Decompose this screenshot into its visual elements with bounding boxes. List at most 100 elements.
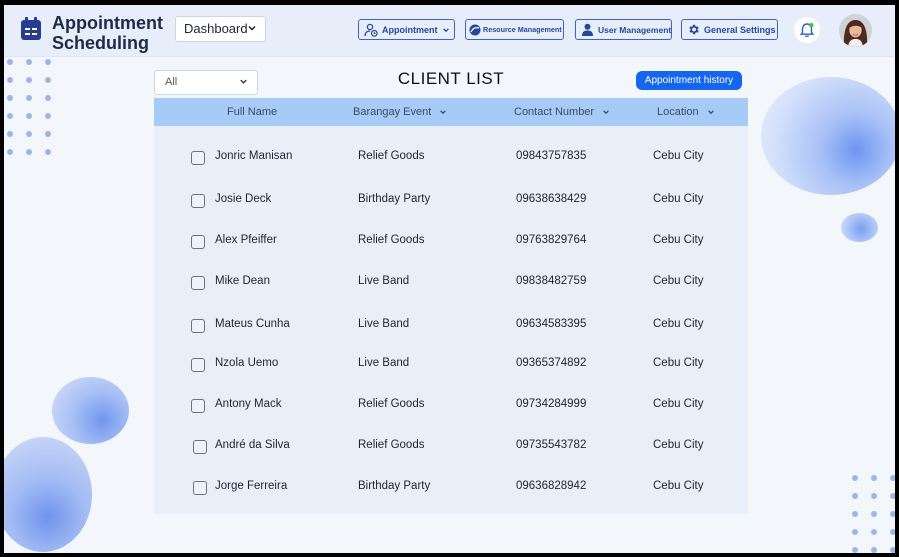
cell-event: Live Band: [358, 275, 410, 287]
cell-location: Cebu City: [653, 234, 704, 246]
client-table: Full Name Barangay Event Contact Number …: [154, 98, 748, 514]
row-checkbox[interactable]: [193, 481, 207, 495]
cell-location: Cebu City: [653, 193, 704, 205]
cell-contact: 09838482759: [516, 275, 587, 287]
general-settings-label: General Settings: [704, 24, 776, 35]
cell-location: Cebu City: [653, 150, 704, 162]
cell-contact: 09734284999: [516, 398, 587, 410]
table-row[interactable]: Jonric Manisan Relief Goods 09843757835 …: [154, 146, 748, 170]
bell-icon: [799, 23, 815, 37]
cell-location: Cebu City: [653, 439, 704, 451]
row-checkbox[interactable]: [191, 358, 205, 372]
cell-contact: 09735543782: [516, 439, 587, 451]
decorative-blob: [4, 437, 92, 552]
cell-contact: 09634583395: [516, 318, 587, 330]
row-checkbox[interactable]: [191, 194, 205, 208]
resource-icon: [469, 24, 481, 35]
cell-location: Cebu City: [653, 398, 704, 410]
filter-select-value: All: [165, 76, 178, 88]
filter-select[interactable]: All: [154, 70, 258, 95]
cell-event: Relief Goods: [358, 439, 425, 451]
cell-name: Jonric Manisan: [215, 150, 293, 162]
cell-name: Nzola Uemo: [215, 357, 279, 369]
page-title: CLIENT LIST: [397, 69, 505, 88]
table-row[interactable]: Mateus Cunha Live Band 09634583395 Cebu …: [154, 314, 748, 338]
chevron-down-icon: [440, 110, 447, 115]
cell-name: André da Silva: [215, 439, 290, 451]
cell-contact: 09843757835: [516, 150, 587, 162]
cell-name: Josie Deck: [215, 193, 272, 205]
dashboard-select[interactable]: Dashboard: [175, 16, 266, 42]
appointment-menu-label: Appointment: [382, 24, 438, 35]
appointment-history-button[interactable]: Appointment history: [636, 71, 742, 90]
table-row[interactable]: Josie Deck Birthday Party 09638638429 Ce…: [154, 189, 748, 213]
cell-contact: 09763829764: [516, 234, 587, 246]
resource-management-label: Resource Management: [483, 25, 562, 34]
chevron-down-icon: [603, 110, 610, 115]
column-header-label: Location: [657, 106, 699, 118]
column-header-contact[interactable]: Contact Number: [514, 98, 610, 126]
table-row[interactable]: Jorge Ferreira Birthday Party 0963682894…: [154, 476, 748, 500]
column-header-label: Full Name: [227, 106, 278, 118]
column-header-location[interactable]: Location: [657, 98, 715, 126]
avatar-image: [839, 14, 872, 47]
cell-contact: 09365374892: [516, 357, 587, 369]
row-checkbox[interactable]: [193, 440, 207, 454]
user-icon: [582, 23, 593, 36]
chevron-down-icon: [707, 110, 714, 115]
column-header-event[interactable]: Barangay Event: [353, 98, 447, 126]
row-checkbox[interactable]: [191, 319, 205, 333]
table-row[interactable]: Mike Dean Live Band 09838482759 Cebu Cit…: [154, 271, 748, 295]
cell-location: Cebu City: [653, 357, 704, 369]
cell-name: Mateus Cunha: [215, 318, 290, 330]
cell-event: Relief Goods: [358, 150, 425, 162]
user-avatar[interactable]: [839, 14, 872, 47]
resource-management-button[interactable]: Resource Management: [465, 19, 564, 40]
cell-event: Birthday Party: [358, 480, 431, 492]
cell-event: Relief Goods: [358, 398, 425, 410]
table-row[interactable]: André da Silva Relief Goods 09735543782 …: [154, 435, 748, 459]
chevron-down-icon: [248, 25, 256, 31]
cell-event: Relief Goods: [358, 234, 425, 246]
column-header-name[interactable]: Full Name: [227, 98, 277, 126]
column-header-label: Barangay Event: [353, 106, 432, 118]
chevron-down-icon: [240, 79, 247, 84]
dashboard-select-value: Dashboard: [184, 21, 248, 36]
cell-event: Live Band: [358, 318, 410, 330]
decorative-blob: [841, 213, 878, 242]
app-title: Appointment Scheduling: [52, 13, 163, 53]
user-management-label: User Management: [598, 24, 672, 35]
row-checkbox[interactable]: [191, 399, 205, 413]
row-checkbox[interactable]: [191, 151, 205, 165]
table-row[interactable]: Alex Pfeiffer Relief Goods 09763829764 C…: [154, 230, 748, 254]
decorative-dots: [7, 59, 51, 155]
chevron-down-icon: [442, 27, 449, 32]
app-window: Appointment Scheduling Dashboard Appoint…: [4, 5, 895, 553]
table-row[interactable]: Antony Mack Relief Goods 09734284999 Ceb…: [154, 394, 748, 418]
cell-event: Live Band: [358, 357, 410, 369]
column-header-label: Contact Number: [514, 106, 595, 118]
cell-contact: 09636828942: [516, 480, 587, 492]
appointment-menu-button[interactable]: Appointment: [358, 19, 455, 40]
cell-contact: 09638638429: [516, 193, 587, 205]
cell-event: Birthday Party: [358, 193, 431, 205]
general-settings-button[interactable]: General Settings: [681, 19, 778, 40]
cell-location: Cebu City: [653, 480, 704, 492]
gear-icon: [689, 24, 699, 35]
decorative-dots: [852, 475, 895, 553]
row-checkbox[interactable]: [191, 235, 205, 249]
decorative-blob: [761, 77, 895, 195]
cell-name: Mike Dean: [215, 275, 270, 287]
notification-button[interactable]: [794, 17, 820, 43]
cell-name: Antony Mack: [215, 398, 282, 410]
user-management-button[interactable]: User Management: [575, 19, 672, 40]
calendar-icon: [21, 17, 41, 40]
table-row[interactable]: Nzola Uemo Live Band 09365374892 Cebu Ci…: [154, 353, 748, 377]
top-header: Appointment Scheduling Dashboard Appoint…: [4, 5, 895, 57]
decorative-blob: [52, 377, 129, 444]
cell-location: Cebu City: [653, 275, 704, 287]
cell-name: Jorge Ferreira: [215, 480, 288, 492]
user-clock-icon: [364, 23, 378, 37]
cell-location: Cebu City: [653, 318, 704, 330]
row-checkbox[interactable]: [191, 276, 205, 290]
